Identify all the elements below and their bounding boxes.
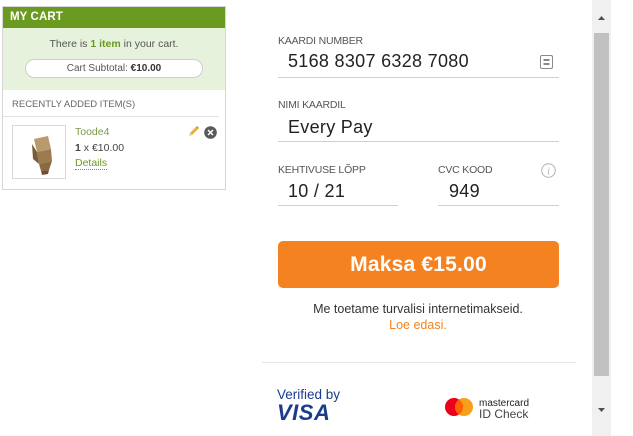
expiry-underline bbox=[278, 205, 398, 206]
visa-text: VISA bbox=[277, 400, 331, 425]
name-on-card-label: NIMI KAARDIL bbox=[278, 99, 346, 111]
product-thumbnail[interactable] bbox=[12, 125, 66, 179]
subtotal-label: Cart Subtotal: bbox=[66, 63, 131, 74]
cvc-label: CVC KOOD bbox=[438, 164, 493, 176]
item-qty-price: 1 x €10.00 bbox=[75, 142, 125, 154]
close-circle-icon[interactable] bbox=[204, 126, 217, 139]
pencil-icon[interactable] bbox=[186, 125, 200, 139]
name-on-card-input[interactable]: Every Pay bbox=[288, 117, 373, 138]
payment-form: KAARDI NUMBER 5168 8307 6328 7080 NIMI K… bbox=[258, 0, 588, 436]
name-underline bbox=[278, 141, 559, 142]
mini-cart: MY CART There is 1 item in your cart. Ca… bbox=[2, 6, 226, 190]
cart-subtotal: Cart Subtotal: €10.00 bbox=[25, 59, 203, 78]
cvc-input[interactable]: 949 bbox=[449, 181, 480, 202]
info-icon[interactable]: i bbox=[541, 163, 556, 178]
card-number-label: KAARDI NUMBER bbox=[278, 35, 363, 47]
cart-item-count-text: There is 1 item in your cart. bbox=[3, 38, 225, 50]
cart-summary: There is 1 item in your cart. Cart Subto… bbox=[3, 28, 225, 90]
scroll-thumb[interactable] bbox=[594, 33, 609, 376]
card-number-input[interactable]: 5168 8307 6328 7080 bbox=[288, 51, 469, 72]
cart-item: Toode4 1 x €10.00 Details bbox=[3, 117, 225, 187]
recently-added-label: RECENTLY ADDED ITEM(S) bbox=[3, 90, 219, 117]
cart-item-count: 1 item bbox=[90, 38, 121, 50]
svg-text:i: i bbox=[547, 167, 550, 178]
item-details-link[interactable]: Details bbox=[75, 157, 108, 170]
mastercard-icon bbox=[445, 398, 473, 416]
cvc-underline bbox=[438, 205, 559, 206]
cart-title: MY CART bbox=[3, 7, 225, 28]
secure-payments-text: Me toetame turvalisi internetimakseid. bbox=[313, 302, 523, 316]
product-image bbox=[32, 136, 52, 175]
id-check-text: ID Check bbox=[479, 407, 529, 421]
cart-count-suffix: in your cart. bbox=[120, 38, 179, 50]
expiry-label: KEHTIVUSE LÕPP bbox=[278, 164, 366, 176]
item-name[interactable]: Toode4 bbox=[75, 126, 109, 138]
verified-by-visa-logo: Verified by VISA bbox=[277, 387, 340, 424]
item-price: €10.00 bbox=[91, 142, 125, 154]
read-more-link[interactable]: Loe edasi. bbox=[258, 318, 578, 332]
mastercard-id-check-logo: mastercard ID Check bbox=[479, 398, 529, 420]
item-qty: 1 bbox=[75, 142, 81, 154]
card-number-underline bbox=[278, 77, 559, 78]
scrollbar[interactable] bbox=[592, 0, 611, 436]
card-icon bbox=[540, 55, 553, 69]
divider bbox=[262, 362, 576, 363]
cart-count-prefix: There is bbox=[49, 38, 91, 50]
subtotal-value: €10.00 bbox=[130, 63, 162, 74]
scroll-up-arrow-icon[interactable] bbox=[592, 12, 611, 24]
scroll-down-arrow-icon[interactable] bbox=[592, 404, 611, 416]
pay-button[interactable]: Maksa €15.00 bbox=[278, 241, 559, 288]
expiry-input[interactable]: 10 / 21 bbox=[288, 181, 345, 202]
